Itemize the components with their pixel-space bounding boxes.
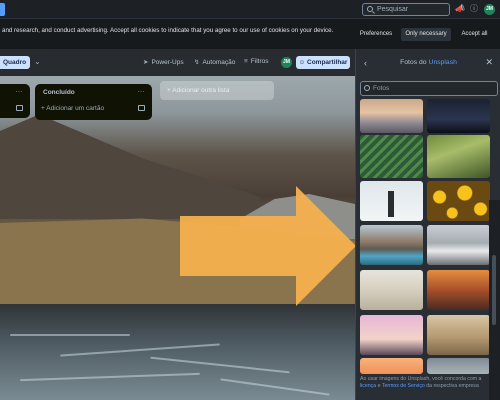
plus-icon: + [41,105,45,112]
list-column[interactable]: … [0,84,30,118]
water-streak [150,356,290,374]
night-sky-photo[interactable] [427,99,490,133]
board-view-switcher[interactable]: Quadro [0,56,30,69]
license-link[interactable]: licença [360,383,376,389]
search-icon [364,85,370,91]
scrollbar-thumb[interactable] [492,255,496,325]
board-header: Quadro ⌄ ➤ Power-Ups ↯ Automação ≡ Filtros … [0,49,355,76]
arrow-right-icon [180,186,356,306]
powerups-button[interactable]: ➤ Power-Ups [143,58,184,66]
cookie-banner: and research, and conduct advertising. A… [0,19,500,49]
cookie-banner-text: and research, and conduct advertising. A… [2,27,334,34]
accept-all-button[interactable]: Accept all [455,28,494,41]
mountain-lake-photo[interactable] [360,225,423,265]
add-card-button[interactable]: + Adicionar um cartão [41,105,104,112]
leaf-closeup-photo[interactable] [427,135,490,178]
preferences-button[interactable]: Preferences [357,28,395,41]
page-scrollbar[interactable] [489,200,500,400]
pink-sky-photo[interactable] [360,315,423,355]
list-title[interactable]: Concluído [43,89,75,96]
add-list-button[interactable]: + Adicionar outra lista [160,81,274,100]
share-button[interactable]: ☺ Compartilhar [296,56,350,69]
card-template-icon[interactable] [16,105,23,111]
filters-button[interactable]: ≡ Filtros [244,58,269,65]
panel-header: ‹ Fotos do Unsplash ✕ [356,49,500,77]
list-menu-icon[interactable]: … [16,87,24,94]
background-shore [0,304,355,400]
filter-icon: ≡ [244,58,248,65]
list-column-concluido[interactable]: Concluído … + Adicionar um cartão [35,84,152,120]
automation-button[interactable]: ↯ Automação [194,58,235,66]
water-streak [60,343,220,357]
lighthouse-shape [388,191,394,217]
list-menu-icon[interactable]: … [138,87,146,94]
chevron-down-icon[interactable]: ⌄ [34,57,41,66]
global-search-placeholder: Pesquisar [377,6,409,13]
megaphone-icon[interactable]: 📣 [455,4,465,14]
lightning-icon: ↯ [194,59,200,66]
orange-sky-photo[interactable] [360,358,423,374]
add-member-icon: ☺ [298,59,306,66]
search-icon [367,6,373,12]
card-template-icon[interactable] [138,105,145,111]
water-streak [10,334,130,336]
close-icon[interactable]: ✕ [485,57,493,68]
help-icon[interactable]: ⓘ [469,4,479,14]
top-app-bar: Pesquisar 📣 ⓘ JM [0,0,500,19]
misty-sea-photo[interactable] [427,358,490,374]
panel-title: Fotos do Unsplash [400,59,457,66]
palm-leaves-photo[interactable] [360,135,423,178]
photo-search-input[interactable]: Fotos [360,81,498,96]
photo-search-placeholder: Fotos [373,85,390,92]
terms-link[interactable]: Termos de Serviço [382,383,425,389]
canyon-sunset-photo[interactable] [427,270,490,310]
mountain-sunset-photo[interactable] [360,99,423,133]
avatar[interactable]: JM [484,4,495,15]
only-necessary-button[interactable]: Only necessary [401,28,451,41]
app-logo[interactable] [0,3,5,16]
water-streak [220,378,330,396]
unsplash-photos-panel: ‹ Fotos do Unsplash ✕ Fotos Ao usar image… [355,49,500,400]
sunflowers-photo[interactable] [427,181,490,221]
desert-rocks-photo[interactable] [360,270,423,310]
snowy-mountain-photo[interactable] [427,225,490,265]
rocket-icon: ➤ [143,59,149,66]
desert-mountain-photo[interactable] [427,315,490,355]
water-streak [20,372,200,382]
plus-icon: + [167,87,171,94]
member-avatar[interactable]: JM [281,57,292,68]
lighthouse-photo[interactable] [360,181,423,221]
global-search-input[interactable]: Pesquisar [362,3,450,16]
panel-footer: Ao usar imagens do Unsplash, você concor… [360,376,482,389]
unsplash-link[interactable]: Unsplash [429,59,457,66]
